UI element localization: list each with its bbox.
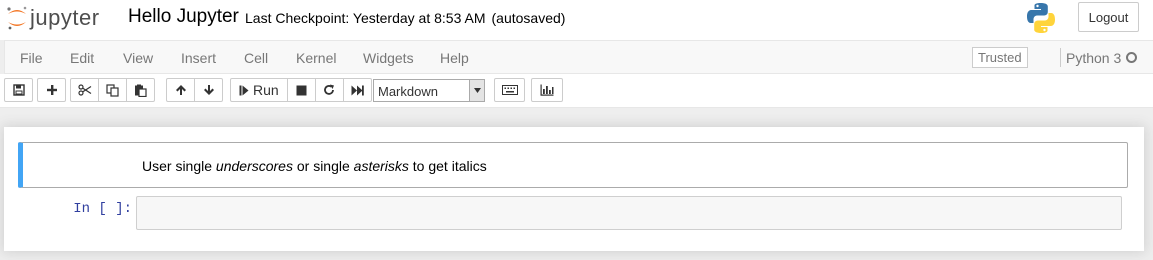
clipboard-group — [70, 78, 155, 102]
menu-insert[interactable]: Insert — [181, 50, 216, 66]
logout-button[interactable]: Logout — [1078, 2, 1139, 32]
insert-cell-button[interactable] — [37, 78, 66, 102]
keyboard-icon — [501, 85, 518, 95]
notebook-container: User single underscores or single asteri… — [4, 127, 1144, 251]
checkpoint-text: Last Checkpoint: Yesterday at 8:53 AM — [245, 10, 486, 26]
step-forward-icon — [239, 85, 249, 95]
input-prompt: In [ ]: — [73, 201, 132, 217]
menu-edit[interactable]: Edit — [70, 50, 94, 66]
markdown-italic-text: asterisks — [353, 158, 409, 174]
markdown-plain-text: User single — [142, 158, 216, 174]
move-up-button[interactable] — [166, 78, 195, 102]
markdown-cell[interactable]: User single underscores or single asteri… — [18, 142, 1128, 188]
toolbar: Run — [0, 74, 1153, 108]
paste-icon — [135, 84, 147, 97]
save-group — [4, 78, 33, 102]
trusted-indicator[interactable]: Trusted — [972, 47, 1028, 68]
checkpoint-status: Last Checkpoint: Yesterday at 8:53 AM (au… — [245, 10, 565, 26]
markdown-plain-text: or single — [292, 158, 354, 174]
run-label: Run — [253, 82, 279, 98]
notebook-title[interactable]: Hello Jupyter — [128, 6, 239, 28]
logo-text: jupyter — [30, 5, 100, 30]
menu-kernel[interactable]: Kernel — [296, 50, 336, 66]
run-group: Run — [230, 78, 372, 102]
cell-type-value: Markdown — [378, 84, 438, 99]
chevron-down-icon — [469, 80, 484, 101]
save-button[interactable] — [4, 78, 33, 102]
cut-button[interactable] — [70, 78, 99, 102]
python-logo-icon — [1026, 2, 1056, 39]
move-down-button[interactable] — [194, 78, 223, 102]
kernel-name: Python 3 — [1066, 50, 1122, 66]
markdown-plain-text: to get italics — [408, 158, 487, 174]
interrupt-button[interactable] — [286, 78, 316, 102]
move-group — [166, 78, 223, 102]
restart-run-all-button[interactable] — [342, 78, 372, 102]
kernel-idle-icon — [1126, 52, 1137, 63]
stop-icon — [296, 85, 307, 95]
restart-icon — [324, 84, 335, 95]
menu-file[interactable]: File — [20, 50, 43, 66]
copy-icon — [106, 83, 119, 97]
jupyter-logo-icon — [7, 6, 27, 30]
menu-view[interactable]: View — [123, 50, 153, 66]
jupyter-logo[interactable]: jupyter — [6, 4, 100, 32]
arrow-down-icon — [203, 85, 214, 95]
cut-icon — [77, 84, 91, 96]
chart-button[interactable] — [531, 78, 563, 102]
insert-group — [37, 78, 66, 102]
arrow-up-icon — [175, 85, 186, 95]
fast-forward-icon — [351, 85, 364, 95]
command-palette-button[interactable] — [494, 78, 525, 102]
palette-group — [494, 78, 525, 102]
save-icon — [12, 84, 25, 96]
kernel-divider — [1060, 48, 1061, 67]
copy-button[interactable] — [98, 78, 127, 102]
autosave-status: (autosaved) — [491, 10, 566, 26]
code-cell-input[interactable] — [136, 196, 1122, 230]
markdown-italic-text: underscores — [215, 158, 293, 174]
menubar: File Edit View Insert Cell Kernel Widget… — [4, 40, 1153, 74]
plus-icon — [46, 85, 57, 95]
run-button[interactable]: Run — [230, 78, 288, 102]
menu-help[interactable]: Help — [440, 50, 469, 66]
code-cell: In [ ]: — [18, 194, 1128, 232]
bar-chart-icon — [540, 84, 554, 96]
paste-button[interactable] — [126, 78, 155, 102]
menu-widgets[interactable]: Widgets — [363, 50, 414, 66]
markdown-rendered-text: User single underscores or single asteri… — [142, 158, 487, 174]
header: jupyter Hello Jupyter Last Checkpoint: Y… — [0, 0, 1153, 40]
restart-button[interactable] — [314, 78, 344, 102]
cell-type-select[interactable]: Markdown — [373, 79, 485, 102]
menu-cell[interactable]: Cell — [244, 50, 268, 66]
chart-group — [531, 78, 563, 102]
